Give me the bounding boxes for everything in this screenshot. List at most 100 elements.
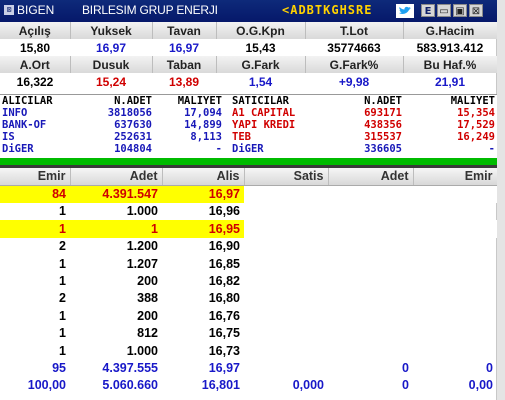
bid-price: 16,76	[208, 308, 240, 323]
seller-name: TEB	[232, 131, 251, 143]
buyer-qty: 637630	[114, 119, 152, 131]
total-bid-orders: 95	[52, 360, 66, 375]
stock-depth-window: ⊠ BIGEN BIRLESIM GRUP ENERJI <ADBTKGHSRE…	[0, 0, 498, 400]
restore-icon[interactable]: ▣	[453, 4, 467, 17]
ask-qty	[328, 290, 413, 307]
buyers-qty-header: N.ADET	[114, 95, 152, 107]
bid-qty: 200	[137, 274, 158, 289]
scrolling-ticker: <ADBTKGHSRE	[282, 3, 373, 17]
book-row[interactable]: 1 1.207 16,85	[0, 255, 497, 272]
col-ask-qty[interactable]: Adet	[328, 168, 414, 186]
close-icon[interactable]: ⊠	[469, 4, 483, 17]
broker-row[interactable]: INFO 3818056 17,094 A1 CAPITAL 693171 15…	[0, 107, 497, 119]
ask-price	[244, 272, 328, 289]
buyer-qty: 3818056	[107, 107, 152, 119]
floor-value: 13,89	[168, 74, 200, 89]
ask-orders	[413, 185, 497, 203]
book-row[interactable]: 2 388 16,80	[0, 290, 497, 307]
col-ask-orders[interactable]: Emir	[413, 168, 498, 186]
broker-row[interactable]: BANK-OF 637630 14,899 YAPI KREDI 438356 …	[0, 119, 497, 131]
seller-qty: 315537	[364, 131, 402, 143]
summary-ask-avg: 0,000	[292, 378, 324, 393]
ask-orders	[413, 342, 497, 359]
ask-price	[244, 290, 328, 307]
book-row[interactable]: 1 200 16,82	[0, 272, 497, 289]
book-row[interactable]: 1 200 16,76	[0, 307, 497, 324]
seller-qty: 693171	[364, 107, 402, 119]
buyer-cost: 14,899	[184, 119, 222, 131]
bid-price: 16,95	[162, 220, 244, 238]
ask-price	[244, 220, 328, 238]
bid-price: 16,82	[208, 274, 240, 289]
ask-qty	[328, 185, 413, 203]
bid-qty: 1.000	[126, 343, 158, 358]
quote-header: Dusuk	[70, 56, 153, 73]
company-name: BIRLESIM GRUP ENERJI	[82, 3, 218, 17]
bid-orders: 2	[59, 239, 66, 254]
summary-ask-qty: 0	[402, 378, 409, 393]
broker-row[interactable]: IS 252631 8,113 TEB 315537 16,249	[0, 131, 497, 143]
ask-orders	[413, 325, 497, 342]
quote-header: O.G.Kpn	[216, 22, 306, 39]
ask-orders	[413, 203, 497, 220]
book-row[interactable]: 84 4.391.547 16,97	[0, 185, 497, 203]
book-row[interactable]: 1 812 16,75	[0, 325, 497, 342]
total-ask-price	[244, 359, 328, 376]
summary-bid-qty: 5.060.660	[102, 378, 158, 393]
bid-price: 16,96	[208, 204, 240, 219]
open-value: 15,80	[19, 40, 51, 55]
bid-orders: 84	[0, 185, 70, 203]
book-row[interactable]: 1 1 16,95	[0, 220, 497, 238]
bid-orders: 1	[59, 274, 66, 289]
background-window-edge	[497, 0, 505, 400]
bid-qty: 388	[137, 291, 158, 306]
ask-price	[244, 185, 328, 203]
ask-orders	[413, 290, 497, 307]
book-row[interactable]: 1 1.000 16,73	[0, 342, 497, 359]
ask-orders	[413, 307, 497, 324]
buyer-qty: 252631	[114, 131, 152, 143]
ask-price	[244, 203, 328, 220]
stock-symbol: BIGEN	[17, 3, 55, 17]
total-ask-orders: 0	[486, 360, 493, 375]
bid-orders: 1	[59, 308, 66, 323]
twitter-icon[interactable]	[396, 4, 414, 18]
order-book-table: Emir Adet Alis Satis Adet Emir 84 4.391.…	[0, 168, 498, 394]
broker-row[interactable]: DiGER 104804 - DiGER 336605 -	[0, 143, 497, 155]
avg-value: 16,322	[16, 74, 54, 89]
change-pct-value: +9,98	[338, 74, 370, 89]
buyer-name: INFO	[2, 107, 28, 119]
bid-orders: 2	[59, 291, 66, 306]
book-row[interactable]: 1 1.000 16,96	[0, 203, 497, 220]
bid-qty: 812	[137, 326, 158, 341]
col-bid-price[interactable]: Alis	[162, 168, 245, 186]
quote-header: Yuksek	[70, 22, 153, 39]
total-bid-price: 16,97	[208, 360, 240, 375]
minimize-icon[interactable]: ▭	[437, 4, 451, 17]
bid-price: 16,80	[208, 291, 240, 306]
quote-header: Açılış	[0, 22, 71, 39]
seller-qty: 438356	[364, 119, 402, 131]
bid-orders: 1	[59, 343, 66, 358]
window-menu-icon[interactable]: ⊠	[4, 5, 14, 15]
ask-qty	[328, 220, 413, 238]
bid-price: 16,73	[208, 343, 240, 358]
high-value: 16,97	[95, 40, 127, 55]
ask-qty	[328, 342, 413, 359]
seller-qty: 336605	[364, 143, 402, 155]
ask-price	[244, 325, 328, 342]
title-bar[interactable]: ⊠ BIGEN BIRLESIM GRUP ENERJI <ADBTKGHSRE…	[0, 0, 497, 22]
quote-header: G.Fark	[216, 56, 306, 73]
quote-header: G.Hacim	[403, 22, 498, 39]
ask-qty	[328, 255, 413, 272]
bid-price: 16,75	[208, 326, 240, 341]
buyer-name: IS	[2, 131, 15, 143]
col-bid-orders[interactable]: Emir	[0, 168, 71, 186]
bid-qty: 1.000	[126, 204, 158, 219]
col-ask-price[interactable]: Satis	[244, 168, 329, 186]
col-bid-qty[interactable]: Adet	[70, 168, 163, 186]
book-row[interactable]: 2 1.200 16,90	[0, 238, 497, 255]
ask-price	[244, 307, 328, 324]
buyer-name: DiGER	[2, 143, 34, 155]
e-button[interactable]: E	[421, 4, 435, 17]
